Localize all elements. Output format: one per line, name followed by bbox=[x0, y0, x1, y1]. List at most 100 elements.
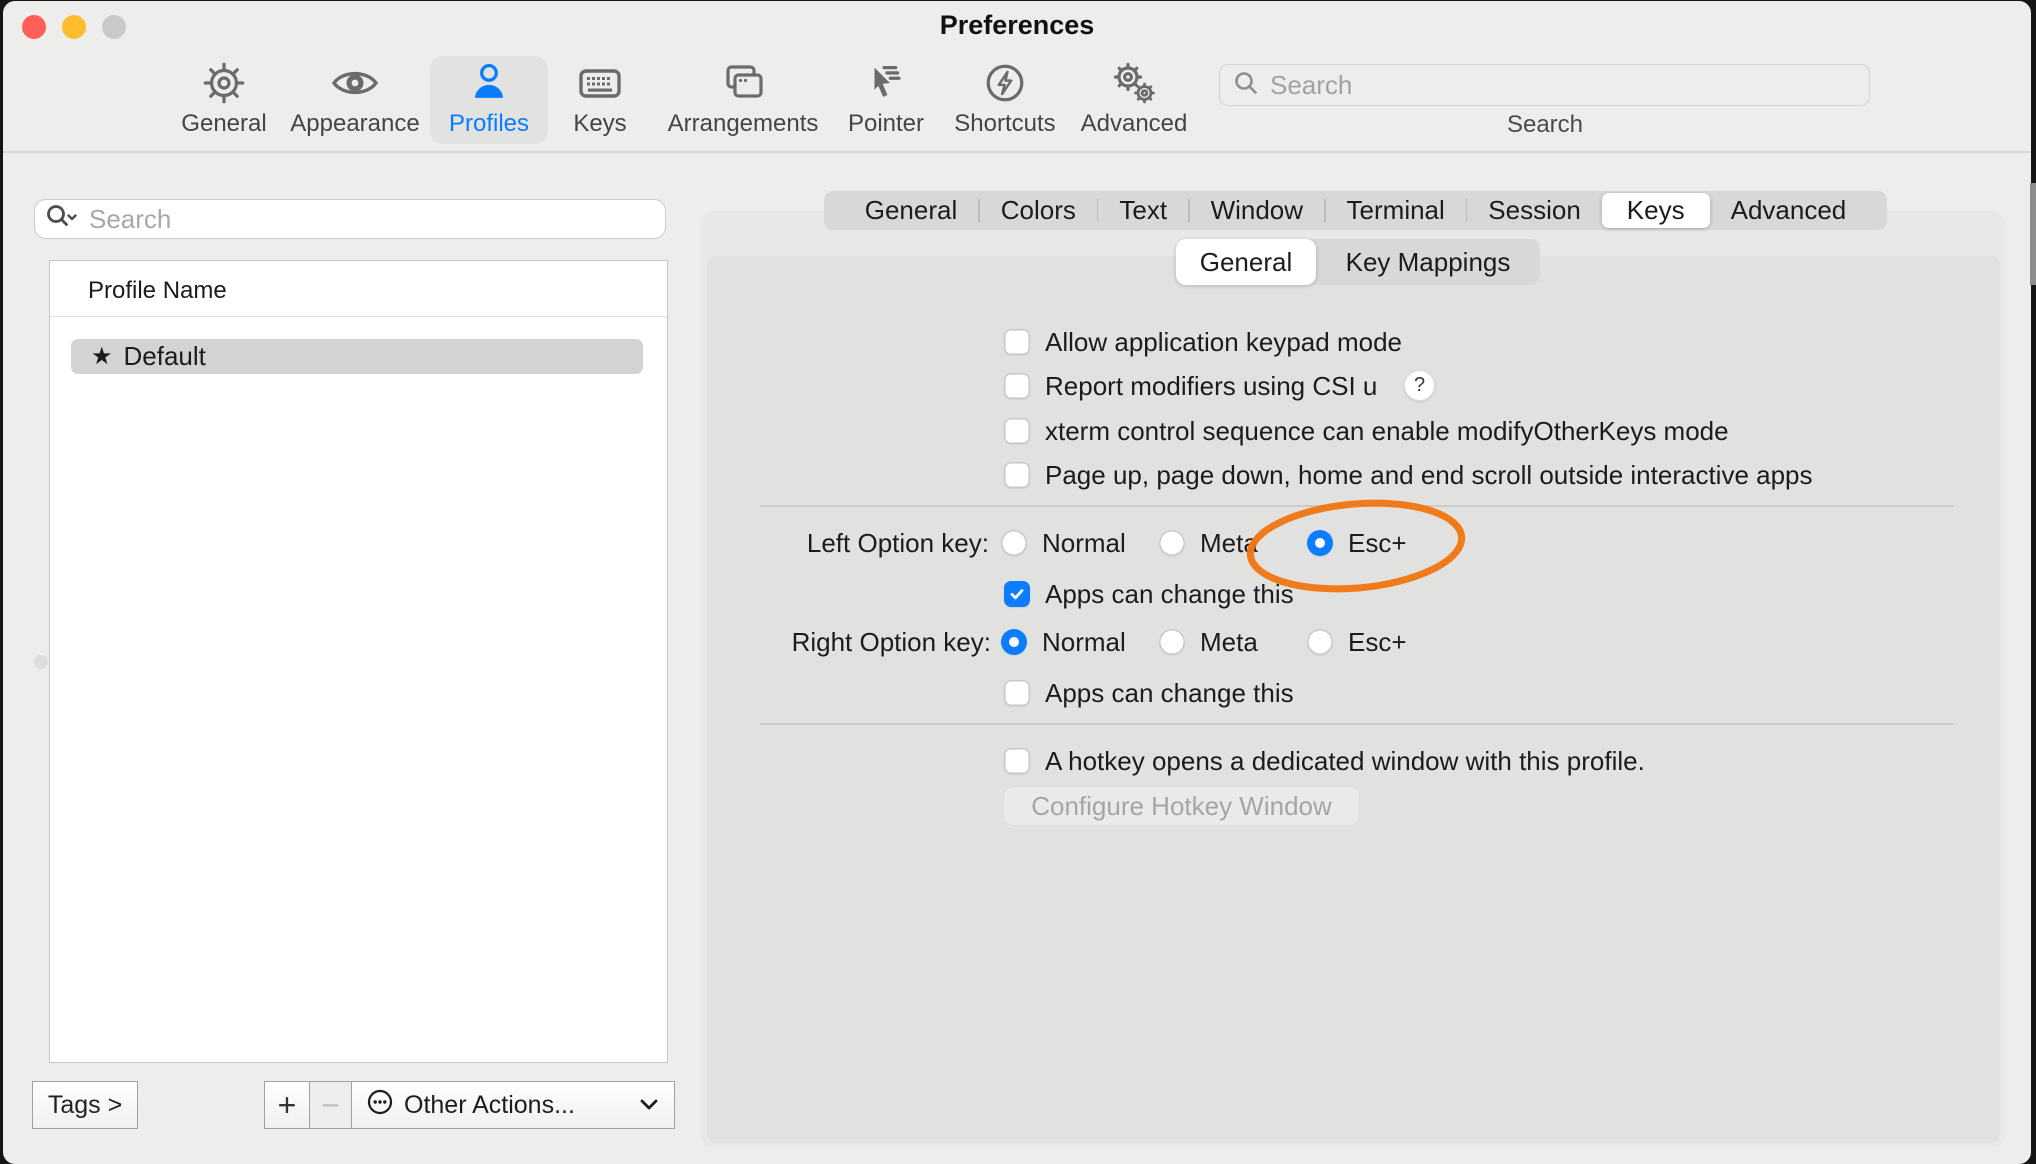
checkbox-hotkey-window[interactable]: A hotkey opens a dedicated window with t… bbox=[1004, 743, 1645, 779]
toolbar-item-advanced[interactable]: Advanced bbox=[1075, 56, 1193, 144]
profile-row-default[interactable]: ★ Default bbox=[71, 339, 643, 374]
profile-list-header: Profile Name bbox=[88, 277, 227, 305]
toolbar-item-shortcuts[interactable]: Shortcuts bbox=[946, 56, 1064, 144]
radio-left-normal[interactable]: Normal bbox=[1001, 525, 1126, 561]
checkbox-unchecked-icon[interactable] bbox=[1004, 373, 1030, 399]
list-header-divider bbox=[50, 316, 667, 317]
checkbox-unchecked-icon[interactable] bbox=[1004, 418, 1030, 444]
subtab-general[interactable]: General bbox=[1176, 239, 1316, 285]
tab-advanced[interactable]: Advanced bbox=[1710, 193, 1868, 228]
toolbar-item-general[interactable]: General bbox=[165, 56, 283, 144]
toolbar-label: Profiles bbox=[449, 110, 529, 138]
toolbar-item-arrangements[interactable]: Arrangements bbox=[684, 56, 802, 144]
radio-off-icon[interactable] bbox=[1159, 530, 1185, 556]
checkbox-row-modifyotherkeys[interactable]: xterm control sequence can enable modify… bbox=[1004, 413, 1729, 449]
tab-colors[interactable]: Colors bbox=[980, 193, 1097, 228]
checkbox-unchecked-icon[interactable] bbox=[1004, 680, 1030, 706]
checkbox-label: xterm control sequence can enable modify… bbox=[1045, 416, 1729, 447]
left-option-key-label: Left Option key: bbox=[703, 525, 989, 561]
checkbox-row-page-scroll[interactable]: Page up, page down, home and end scroll … bbox=[1004, 457, 1813, 493]
tab-keys[interactable]: Keys bbox=[1602, 193, 1710, 228]
profile-search-placeholder: Search bbox=[89, 204, 171, 235]
help-button[interactable]: ? bbox=[1404, 370, 1435, 401]
add-profile-button[interactable]: + bbox=[265, 1082, 310, 1128]
configure-hotkey-window-button[interactable]: Configure Hotkey Window bbox=[1003, 786, 1360, 826]
gear-icon bbox=[201, 58, 247, 108]
toolbar-label: Advanced bbox=[1081, 110, 1188, 138]
section-divider bbox=[760, 505, 1953, 507]
windows-icon bbox=[718, 58, 768, 108]
keyboard-icon bbox=[575, 58, 625, 108]
radio-off-icon[interactable] bbox=[1159, 629, 1185, 655]
other-actions-dropdown[interactable]: Other Actions... bbox=[352, 1082, 674, 1128]
tags-button-label: Tags > bbox=[48, 1091, 122, 1120]
toolbar-label: Appearance bbox=[290, 110, 419, 138]
checkbox-row-keypad[interactable]: Allow application keypad mode bbox=[1004, 324, 1402, 360]
checkbox-unchecked-icon[interactable] bbox=[1004, 748, 1030, 774]
right-option-key-label: Right Option key: bbox=[703, 624, 991, 660]
toolbar-item-appearance[interactable]: Appearance bbox=[296, 56, 414, 144]
radio-right-normal[interactable]: Normal bbox=[1001, 624, 1126, 660]
radio-on-icon[interactable] bbox=[1001, 629, 1027, 655]
chevron-down-icon bbox=[638, 1091, 660, 1120]
search-scope-icon bbox=[45, 203, 79, 236]
tab-session[interactable]: Session bbox=[1467, 193, 1602, 228]
checkbox-right-apps-can-change[interactable]: Apps can change this bbox=[1004, 675, 1294, 711]
remove-profile-button[interactable]: − bbox=[310, 1082, 352, 1128]
toolbar-label: Shortcuts bbox=[954, 110, 1055, 138]
radio-left-meta[interactable]: Meta bbox=[1159, 525, 1258, 561]
toolbar-label: Arrangements bbox=[668, 110, 819, 138]
radio-label: Meta bbox=[1200, 528, 1258, 559]
radio-off-icon[interactable] bbox=[1001, 530, 1027, 556]
checkbox-label: Apps can change this bbox=[1045, 579, 1294, 610]
checkbox-unchecked-icon[interactable] bbox=[1004, 329, 1030, 355]
splitter-handle[interactable] bbox=[34, 655, 48, 669]
checkbox-left-apps-can-change[interactable]: Apps can change this bbox=[1004, 576, 1294, 612]
configure-hotkey-window-label: Configure Hotkey Window bbox=[1031, 791, 1332, 822]
checkbox-unchecked-icon[interactable] bbox=[1004, 462, 1030, 488]
radio-right-meta[interactable]: Meta bbox=[1159, 624, 1258, 660]
toolbar-item-pointer[interactable]: Pointer bbox=[827, 56, 945, 144]
gears-icon bbox=[1109, 58, 1159, 108]
subtab-key-mappings[interactable]: Key Mappings bbox=[1316, 239, 1540, 285]
radio-off-icon[interactable] bbox=[1307, 629, 1333, 655]
profile-name: Default bbox=[124, 341, 206, 372]
toolbar-divider bbox=[3, 151, 2031, 153]
radio-label: Normal bbox=[1042, 627, 1126, 658]
profile-search-field[interactable]: Search bbox=[34, 199, 666, 239]
tab-terminal[interactable]: Terminal bbox=[1326, 193, 1466, 228]
ellipsis-circle-icon bbox=[366, 1088, 394, 1123]
star-icon: ★ bbox=[91, 342, 113, 371]
checkbox-label: A hotkey opens a dedicated window with t… bbox=[1045, 746, 1645, 777]
radio-label: Esc+ bbox=[1348, 528, 1407, 559]
tab-general[interactable]: General bbox=[844, 193, 979, 228]
checkbox-label: Report modifiers using CSI u bbox=[1045, 371, 1377, 402]
other-actions-label: Other Actions... bbox=[404, 1091, 575, 1120]
checkbox-label: Allow application keypad mode bbox=[1045, 327, 1402, 358]
toolbar-label: Keys bbox=[573, 110, 626, 138]
plus-icon: + bbox=[278, 1087, 297, 1124]
toolbar-item-profiles[interactable]: Profiles bbox=[430, 56, 548, 144]
keys-subtab-bar: General Key Mappings bbox=[1176, 239, 1540, 285]
search-icon bbox=[1232, 69, 1260, 102]
toolbar-item-keys[interactable]: Keys bbox=[541, 56, 659, 144]
checkbox-checked-icon[interactable] bbox=[1004, 581, 1030, 607]
radio-right-esc[interactable]: Esc+ bbox=[1307, 624, 1407, 660]
radio-on-icon[interactable] bbox=[1307, 530, 1333, 556]
bolt-circle-icon bbox=[982, 58, 1028, 108]
tab-text[interactable]: Text bbox=[1098, 193, 1188, 228]
window-title: Preferences bbox=[3, 10, 2031, 41]
background-window-scrollbar bbox=[2030, 183, 2036, 285]
radio-left-esc[interactable]: Esc+ bbox=[1307, 525, 1407, 561]
radio-label: Meta bbox=[1200, 627, 1258, 658]
tags-button[interactable]: Tags > bbox=[32, 1081, 138, 1129]
checkbox-row-csi-u[interactable]: Report modifiers using CSI u bbox=[1004, 368, 1377, 404]
preferences-window: Preferences General App bbox=[3, 1, 2031, 1164]
toolbar-label: General bbox=[181, 110, 266, 138]
person-icon bbox=[466, 58, 512, 108]
tab-window[interactable]: Window bbox=[1190, 193, 1324, 228]
toolbar-search-field[interactable]: Search bbox=[1219, 64, 1870, 106]
checkbox-label: Page up, page down, home and end scroll … bbox=[1045, 460, 1813, 491]
radio-label: Esc+ bbox=[1348, 627, 1407, 658]
checkbox-label: Apps can change this bbox=[1045, 678, 1294, 709]
